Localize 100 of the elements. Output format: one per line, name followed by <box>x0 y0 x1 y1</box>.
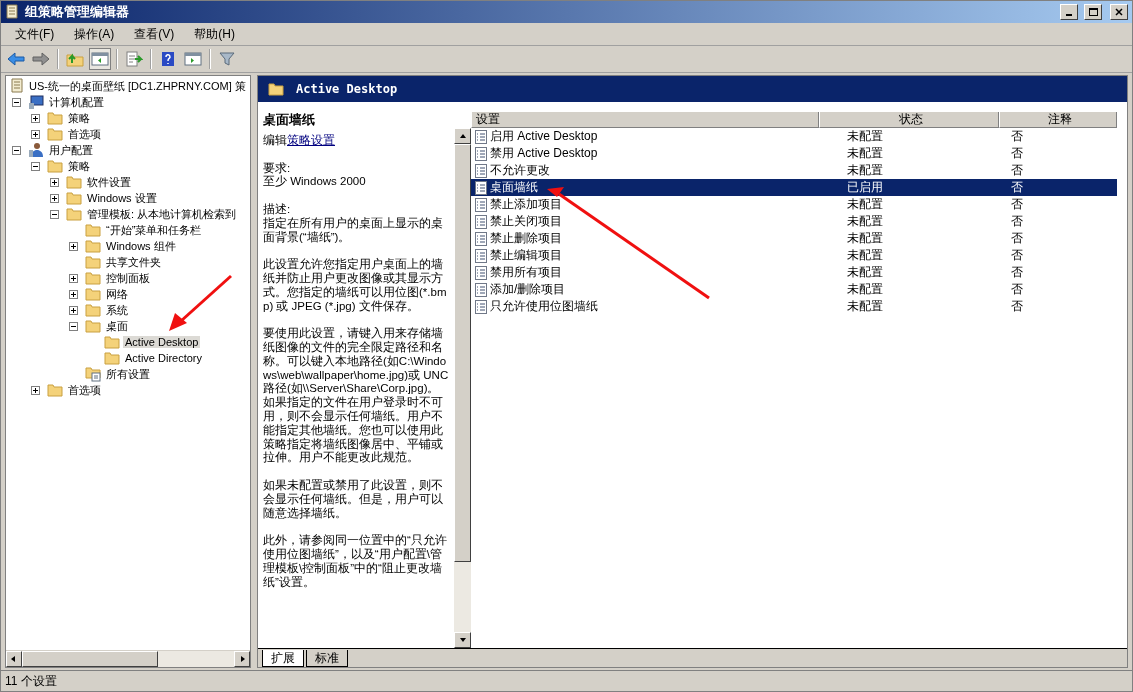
policy-setting-icon <box>475 163 487 178</box>
vertical-scrollbar[interactable] <box>454 128 471 648</box>
setting-title: 桌面墙纸 <box>262 111 316 128</box>
maximize-button[interactable] <box>1084 4 1102 20</box>
description-paragraph: 描述: 指定在所有用户的桌面上显示的桌面背景(“墙纸”)。 <box>263 203 444 245</box>
expand-toggle[interactable] <box>69 241 78 251</box>
tree-item[interactable]: 网络 <box>104 286 130 302</box>
tree-item[interactable]: 桌面 <box>104 318 130 334</box>
close-button[interactable] <box>1110 4 1128 20</box>
table-row[interactable]: 只允许使用位图墙纸 未配置 否 <box>471 298 1117 315</box>
status-text: 11 个设置 <box>1 670 1132 691</box>
policy-setting-icon <box>475 146 487 161</box>
collapse-toggle[interactable] <box>12 145 21 155</box>
tree-item[interactable]: “开始”菜单和任务栏 <box>104 222 204 238</box>
table-cell: 未配置 <box>847 196 883 213</box>
action-pane-icon <box>184 52 202 66</box>
tree-item[interactable]: 首选项 <box>66 382 103 398</box>
table-cell: 否 <box>1011 281 1023 298</box>
toolbar-button[interactable] <box>89 48 111 70</box>
table-cell: 否 <box>1011 230 1023 247</box>
policy-setting-icon <box>475 299 487 314</box>
scroll-right-icon <box>238 655 246 663</box>
table-cell: 否 <box>1011 298 1023 315</box>
policy-setting-icon <box>475 197 487 212</box>
description-paragraph: 要求: 至少 Windows 2000 <box>263 161 367 190</box>
table-cell: 未配置 <box>847 145 883 162</box>
table-row[interactable]: 禁止添加项目 未配置 否 <box>471 196 1117 213</box>
view-tab[interactable]: 标准 <box>306 650 348 667</box>
horizontal-scrollbar[interactable] <box>6 650 250 667</box>
help-icon <box>161 51 175 67</box>
expand-toggle[interactable] <box>31 385 40 395</box>
scroll-left-icon <box>10 655 18 663</box>
menu-item[interactable]: 文件(F) <box>7 23 63 45</box>
computer-icon <box>28 95 44 109</box>
table-cell: 未配置 <box>847 281 883 298</box>
collapse-toggle[interactable] <box>50 209 59 219</box>
table-cell: 否 <box>1011 145 1023 162</box>
expand-toggle[interactable] <box>31 113 40 123</box>
collapse-toggle[interactable] <box>69 321 78 331</box>
menu-item[interactable]: 查看(V) <box>126 23 183 45</box>
expand-toggle[interactable] <box>50 177 59 187</box>
folder-icon <box>85 255 101 269</box>
folder-icon <box>47 111 63 125</box>
tree-item[interactable]: Active Desktop <box>123 336 201 348</box>
folder-icon <box>85 319 101 333</box>
tree-item[interactable]: Windows 设置 <box>85 190 159 206</box>
table-row[interactable]: 禁止编辑项目 未配置 否 <box>471 247 1117 264</box>
expand-toggle[interactable] <box>69 289 78 299</box>
column-header[interactable]: 状态 <box>819 112 999 128</box>
table-row[interactable]: 禁用所有项目 未配置 否 <box>471 264 1117 281</box>
table-cell: 未配置 <box>847 213 883 230</box>
table-row[interactable]: 禁止关闭项目 未配置 否 <box>471 213 1117 230</box>
tree-item[interactable]: 用户配置 <box>47 142 95 158</box>
plus-icon <box>51 178 58 186</box>
toolbar-button[interactable] <box>123 48 145 70</box>
tree-item[interactable]: 共享文件夹 <box>104 254 163 270</box>
folder-icon <box>47 127 63 141</box>
scroll-icon <box>5 4 19 20</box>
table-cell: 已启用 <box>847 179 883 196</box>
column-header[interactable]: 设置 <box>471 112 819 128</box>
column-header[interactable]: 注释 <box>999 112 1117 128</box>
expand-toggle[interactable] <box>69 305 78 315</box>
tree-item[interactable]: 管理模板: 从本地计算机检索到 <box>85 206 239 222</box>
view-tab[interactable]: 扩展 <box>262 650 304 667</box>
tree-item[interactable]: 策略 <box>66 158 92 174</box>
tree-item[interactable]: 软件设置 <box>85 174 133 190</box>
minimize-button[interactable] <box>1060 4 1078 20</box>
filter-icon <box>219 51 235 67</box>
tree-item[interactable]: 策略 <box>66 110 92 126</box>
table-row[interactable]: 添加/删除项目 未配置 否 <box>471 281 1117 298</box>
table-row[interactable]: 不允许更改 未配置 否 <box>471 162 1117 179</box>
edit-policy-text: 编辑策略设置 <box>263 134 336 148</box>
table-row[interactable]: 桌面墙纸 已启用 否 <box>471 179 1117 196</box>
policy-settings-link[interactable]: 策略设置 <box>287 134 335 146</box>
collapse-toggle[interactable] <box>31 161 40 171</box>
tree-item[interactable]: US-统一的桌面壁纸 [DC1.ZHPRNY.COM] 策 <box>27 78 248 94</box>
description-paragraph: 要使用此设置，请键入用来存储墙纸图像的文件的完全限定路径和名称。可以键入本地路径(如C:\Windows\web\wallpaper\home.jpg)或 UNC 路径(如\\Server\Share\Corp.jpg)。如果指定的文件在用户登录时不可用，则不会显示任何墙纸。用户不能指定其他墙纸。您也可以使用此策略指定将墙纸图像居中、平铺或拉伸。用户不能更改此规范。 <box>263 327 450 466</box>
tree-item[interactable]: Active Directory <box>123 352 205 364</box>
table-row[interactable]: 禁止删除项目 未配置 否 <box>471 230 1117 247</box>
tree-item[interactable]: 计算机配置 <box>47 94 106 110</box>
table-cell: 否 <box>1011 213 1023 230</box>
tree-item[interactable]: 系统 <box>104 302 130 318</box>
tree-item[interactable]: 控制面板 <box>104 270 152 286</box>
collapse-toggle[interactable] <box>12 97 21 107</box>
expand-toggle[interactable] <box>31 129 40 139</box>
expand-toggle[interactable] <box>50 193 59 203</box>
policy-setting-icon <box>475 265 487 280</box>
menu-item[interactable]: 帮助(H) <box>186 23 243 45</box>
expand-toggle[interactable] <box>69 273 78 283</box>
folder-icon <box>85 271 101 285</box>
table-row[interactable]: 禁用 Active Desktop 未配置 否 <box>471 145 1117 162</box>
tree-item[interactable]: 首选项 <box>66 126 103 142</box>
tree-item[interactable]: Windows 组件 <box>104 238 178 254</box>
tree-item[interactable]: 所有设置 <box>104 366 152 382</box>
table-cell: 禁用所有项目 <box>490 264 562 281</box>
menu-item[interactable]: 操作(A) <box>66 23 123 45</box>
table-cell: 禁止编辑项目 <box>490 247 562 264</box>
table-row[interactable]: 启用 Active Desktop 未配置 否 <box>471 128 1117 145</box>
scroll-icon <box>10 78 24 94</box>
folder-icon <box>47 383 63 397</box>
